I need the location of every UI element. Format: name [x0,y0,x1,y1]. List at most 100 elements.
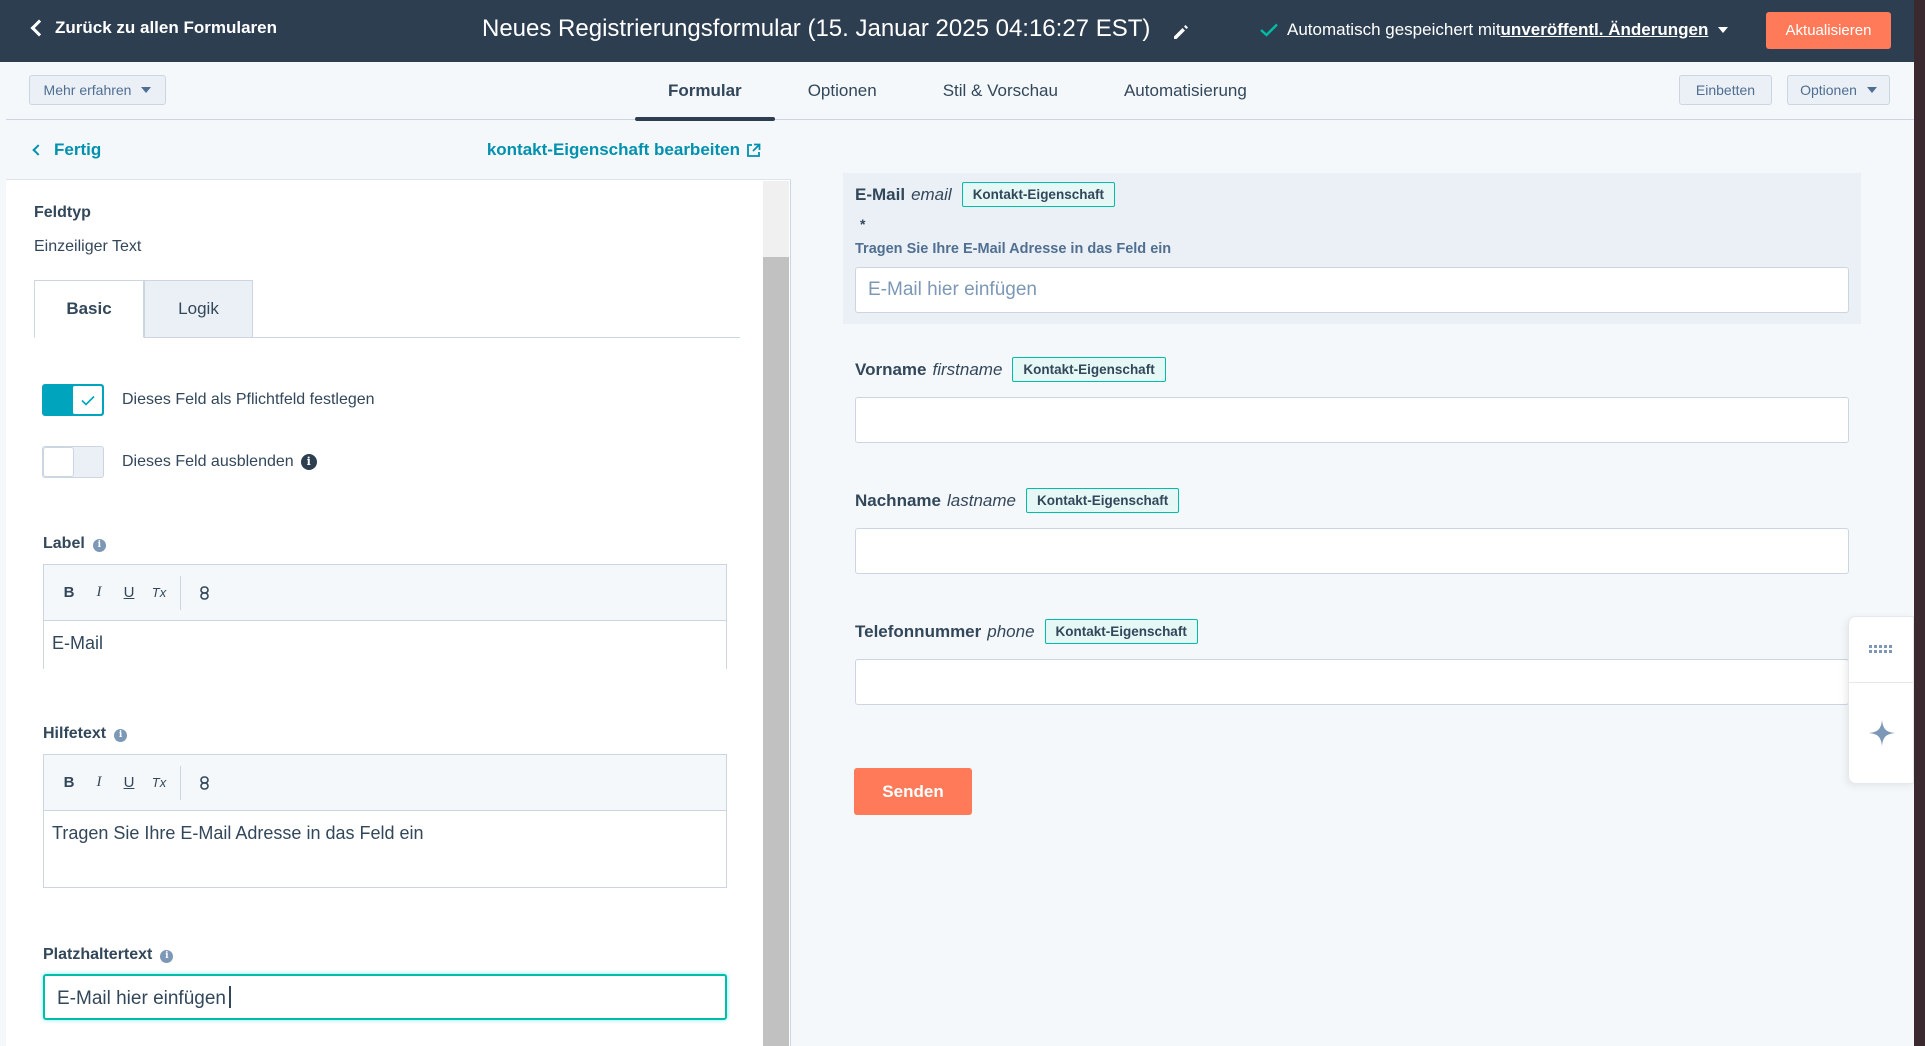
link-icon[interactable] [189,578,219,608]
app-window: Zurück zu allen Formularen Neues Registr… [0,0,1914,1046]
field-label-row: E-Mail email Kontakt-Eigenschaft [855,182,1115,207]
check-icon [1260,23,1278,37]
info-icon[interactable]: i [92,539,106,552]
label-heading: Label [43,535,85,552]
firstname-input[interactable] [855,397,1849,443]
autosave-prefix: Automatisch gespeichert mit [1287,20,1501,39]
form-title-text: Neues Registrierungsformular (15. Januar… [482,15,1151,42]
info-icon[interactable]: i [114,729,128,742]
field-label-row: Vorname firstname Kontakt-Eigenschaft [855,357,1166,382]
contact-property-badge: Kontakt-Eigenschaft [1044,619,1198,644]
options-label: Optionen [1800,82,1857,98]
panel-header: Fertig kontakt-Eigenschaft bearbeiten [6,121,791,180]
done-button[interactable]: Fertig [32,140,102,160]
field-property: phone [987,621,1035,641]
embed-button[interactable]: Einbetten [1679,75,1772,105]
back-to-forms-link[interactable]: Zurück zu allen Formularen [30,18,277,38]
main-tabs: Formular Optionen Stil & Vorschau Automa… [635,62,1280,121]
underline-button[interactable]: U [114,578,144,608]
field-label: Nachname [855,490,941,510]
preview-field-firstname[interactable]: Vorname firstname Kontakt-Eigenschaft [843,349,1861,459]
tab-logik[interactable]: Logik [144,280,253,338]
email-input[interactable]: E-Mail hier einfügen [855,267,1849,313]
text-cursor [228,986,231,1008]
rte-toolbar: B I U Tx [44,755,726,811]
phone-input[interactable] [855,659,1849,705]
toolbar-divider [180,575,181,610]
form-title: Neues Registrierungsformular (15. Januar… [482,15,1190,43]
field-label: Vorname [855,359,927,379]
hide-field-toggle[interactable] [42,446,104,478]
sub-bar: Mehr erfahren Formular Optionen Stil & V… [6,62,1914,121]
toggle-knob [43,447,74,477]
help-rich-text-editor: B I U Tx Tragen Sie Ihre E-Mail Adresse … [43,754,727,888]
field-label-row: Telefonnummer phone Kontakt-Eigenschaft [855,619,1198,644]
field-label: E-Mail [855,184,906,204]
preview-field-phone[interactable]: Telefonnummer phone Kontakt-Eigenschaft [843,611,1861,721]
lastname-input[interactable] [855,528,1849,574]
label-section-heading: Label i [43,535,106,553]
placeholder-input[interactable]: E-Mail hier einfügen [43,974,727,1020]
learn-more-button[interactable]: Mehr erfahren [29,75,166,105]
edit-contact-property-link[interactable]: kontakt-Eigenschaft bearbeiten [487,140,761,160]
link-icon[interactable] [189,768,219,798]
underline-button[interactable]: U [114,768,144,798]
field-label-row: Nachname lastname Kontakt-Eigenschaft [855,488,1180,513]
update-button[interactable]: Aktualisieren [1766,12,1891,49]
sparkle-icon[interactable] [1849,713,1914,753]
external-link-icon [747,143,761,157]
caret-down-icon[interactable] [1718,27,1729,33]
form-preview: E-Mail email Kontakt-Eigenschaft * Trage… [791,121,1914,1046]
hidden-toggle-row: Dieses Feld ausblenden i [42,446,317,478]
options-dropdown-button[interactable]: Optionen [1787,75,1890,105]
toggle-knob [72,385,103,415]
top-bar: Zurück zu allen Formularen Neues Registr… [0,0,1914,62]
italic-button[interactable]: I [84,578,114,608]
field-property: lastname [946,490,1016,510]
clear-format-button[interactable]: Tx [144,578,174,608]
required-toggle-label: Dieses Feld als Pflichtfeld festlegen [122,391,375,408]
caret-down-icon [1866,87,1877,93]
label-rich-text-editor: B I U Tx E-Mail [43,564,727,669]
grid-icon[interactable] [1849,635,1914,665]
pencil-icon[interactable] [1172,20,1190,39]
editor-tabs: Basic Logik [34,280,740,338]
info-icon[interactable]: i [300,454,317,470]
tab-formular[interactable]: Formular [635,62,775,121]
rte-toolbar: B I U Tx [44,565,726,621]
help-editor-content[interactable]: Tragen Sie Ihre E-Mail Adresse in das Fe… [44,811,726,856]
field-type-value: Einzeiliger Text [34,238,142,255]
edit-property-label: kontakt-Eigenschaft bearbeiten [486,140,740,159]
bold-button[interactable]: B [54,768,84,798]
tab-automatisierung[interactable]: Automatisierung [1091,62,1280,120]
done-label: Fertig [54,140,102,159]
required-toggle-row: Dieses Feld als Pflichtfeld festlegen [42,384,375,416]
info-icon[interactable]: i [160,950,174,963]
tab-stil-vorschau[interactable]: Stil & Vorschau [910,62,1091,120]
preview-field-lastname[interactable]: Nachname lastname Kontakt-Eigenschaft [843,480,1861,590]
field-type-heading: Feldtyp [34,204,91,221]
check-icon [80,395,95,406]
hide-field-label: Dieses Feld ausblenden [122,453,294,470]
placeholder-heading: Platzhaltertext [43,946,153,963]
clear-format-button[interactable]: Tx [144,768,174,798]
back-link-label: Zurück zu allen Formularen [55,18,277,37]
tab-basic[interactable]: Basic [34,280,144,338]
preview-field-email[interactable]: E-Mail email Kontakt-Eigenschaft * Trage… [843,173,1861,324]
chevron-left-icon [30,19,48,37]
required-asterisk: * [860,216,866,232]
field-label: Telefonnummer [855,621,982,641]
panel-scrollbar-thumb[interactable] [763,257,789,1046]
submit-button[interactable]: Senden [854,768,972,815]
italic-button[interactable]: I [84,768,114,798]
required-toggle[interactable] [42,384,104,416]
field-help-text: Tragen Sie Ihre E-Mail Adresse in das Fe… [855,241,1172,257]
caret-down-icon [141,87,152,93]
toolbar-divider [180,765,181,800]
learn-more-label: Mehr erfahren [43,82,132,98]
bold-button[interactable]: B [54,578,84,608]
tab-optionen[interactable]: Optionen [775,62,910,120]
contact-property-badge: Kontakt-Eigenschaft [1012,357,1166,382]
unpublished-changes-link[interactable]: unveröffentl. Änderungen [1501,20,1709,40]
label-editor-content[interactable]: E-Mail [44,621,726,666]
